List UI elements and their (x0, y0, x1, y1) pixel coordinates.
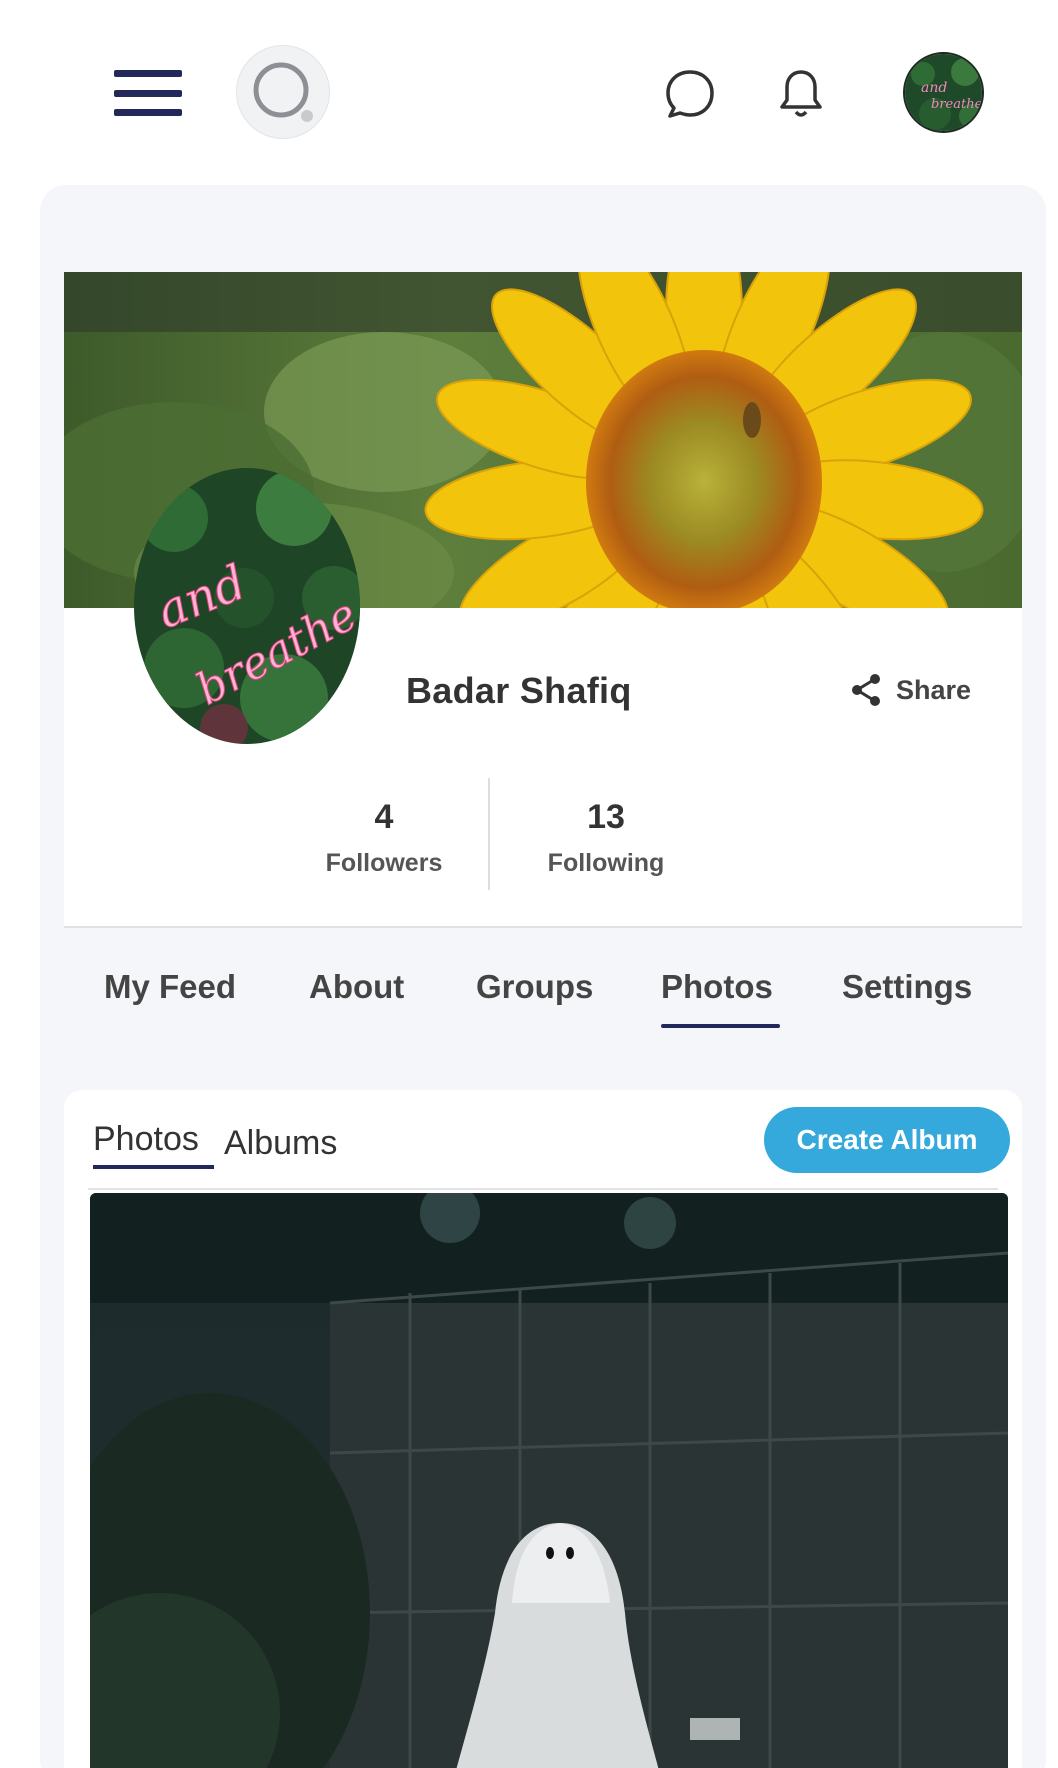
photo-thumbnail[interactable] (90, 1193, 1008, 1768)
search-icon (253, 62, 313, 122)
tab-photos[interactable]: Photos (661, 968, 773, 1006)
create-album-button[interactable]: Create Album (764, 1107, 1010, 1173)
following-label: Following (547, 849, 665, 877)
profile-card: and breathe Badar Shafiq Share 4 Followe… (64, 272, 1022, 1045)
followers-stat[interactable]: 4 Followers (304, 798, 464, 878)
profile-tabs: My Feed About Groups Photos Settings (64, 928, 1022, 1045)
search-button[interactable] (236, 45, 330, 139)
user-avatar[interactable]: and breathe (903, 52, 984, 133)
tab-about[interactable]: About (309, 968, 404, 1006)
subtab-photos[interactable]: Photos (93, 1120, 199, 1159)
chat-bubble-icon[interactable] (664, 68, 716, 120)
profile-avatar[interactable]: and breathe (134, 468, 360, 744)
share-label: Share (896, 674, 972, 705)
tab-groups[interactable]: Groups (476, 968, 593, 1006)
active-tab-indicator (661, 1024, 780, 1028)
photos-divider (88, 1188, 998, 1190)
followers-label: Followers (325, 849, 443, 877)
share-button[interactable]: Share (850, 672, 971, 708)
tab-settings[interactable]: Settings (842, 968, 972, 1006)
following-count: 13 (587, 798, 625, 836)
share-icon (852, 674, 880, 706)
photos-card: Photos Albums Create Album (64, 1090, 1022, 1768)
svg-text:and: and (921, 80, 947, 96)
svg-text:breathe: breathe (931, 97, 983, 112)
tab-my-feed[interactable]: My Feed (104, 968, 236, 1006)
following-stat[interactable]: 13 Following (526, 798, 686, 878)
profile-name: Badar Shafiq (406, 670, 632, 711)
subtab-albums[interactable]: Albums (224, 1124, 337, 1163)
hamburger-menu-icon[interactable] (114, 70, 182, 116)
followers-count: 4 (374, 798, 394, 836)
top-navigation-bar: and breathe (0, 0, 1058, 180)
stat-divider (488, 778, 490, 890)
active-subtab-indicator (93, 1165, 214, 1169)
bell-icon[interactable] (778, 68, 824, 120)
